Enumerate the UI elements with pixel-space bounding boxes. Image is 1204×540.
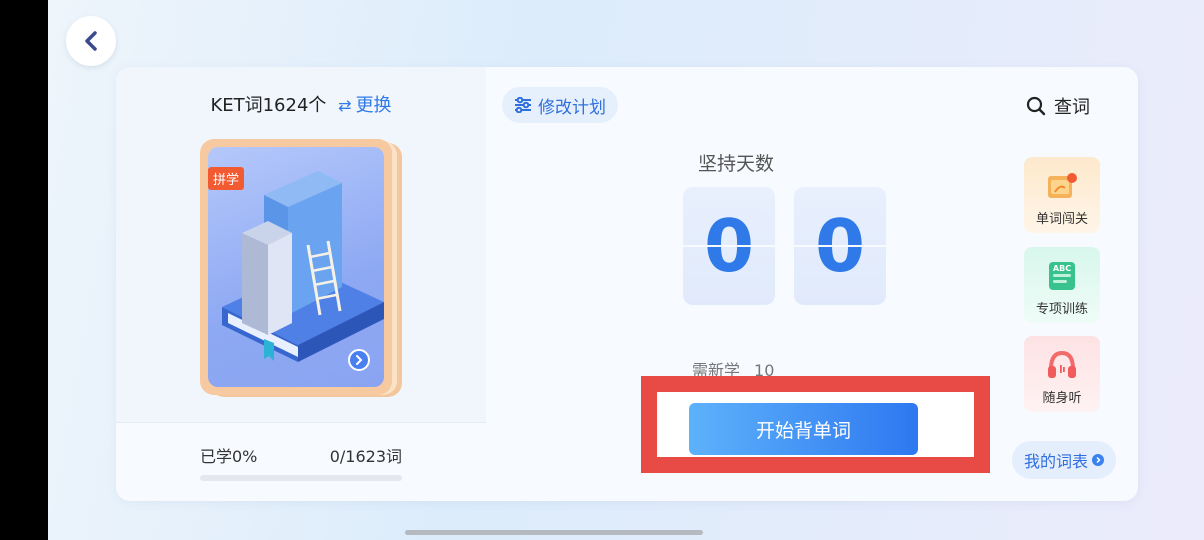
special-training-tile[interactable]: ABC 专项训练 xyxy=(1024,247,1100,323)
chevron-right-circle-icon xyxy=(1092,454,1105,466)
modify-plan-button[interactable]: 修改计划 xyxy=(502,87,618,123)
study-plan-card: KET词1624个 ⇄ 更换 拼学 已学0% 0/1623词 修改计划 坚持天数… xyxy=(116,67,1138,501)
book-cover[interactable]: 拼学 xyxy=(200,139,402,397)
svg-text:ABC: ABC xyxy=(1053,264,1071,273)
learned-percent: 已学0% xyxy=(200,447,258,466)
start-memorize-button[interactable]: 开始背单词 xyxy=(689,403,918,455)
my-wordlist-label: 我的词表 xyxy=(1024,452,1089,471)
book-title: KET词1624个 xyxy=(210,95,327,116)
modify-plan-label: 修改计划 xyxy=(538,97,606,118)
home-indicator[interactable] xyxy=(405,530,703,535)
map-flag-icon xyxy=(1044,170,1080,202)
book-panel: KET词1624个 ⇄ 更换 拼学 已学0% 0/1623词 xyxy=(116,67,486,501)
progress-area: 已学0% 0/1623词 xyxy=(116,422,486,501)
cover-illustration: 拼学 xyxy=(208,147,384,387)
word-challenge-tile[interactable]: 单词闯关 xyxy=(1024,157,1100,233)
pinxue-badge: 拼学 xyxy=(208,167,245,190)
back-button[interactable] xyxy=(66,16,116,66)
search-icon xyxy=(1026,96,1046,116)
chevron-left-icon xyxy=(85,31,97,51)
lookup-word-button[interactable]: 查词 xyxy=(1026,93,1090,119)
persist-days-digit: 0 xyxy=(683,187,775,305)
lookup-word-label: 查词 xyxy=(1054,97,1090,118)
listen-anywhere-label: 随身听 xyxy=(1042,391,1082,406)
word-challenge-label: 单词闯关 xyxy=(1035,212,1088,227)
sliders-icon xyxy=(515,97,531,113)
cover-next-icon[interactable] xyxy=(348,349,370,371)
progress-bar xyxy=(200,475,402,481)
abc-book-icon: ABC xyxy=(1044,260,1080,292)
change-book-link[interactable]: 更换 xyxy=(356,95,392,116)
swap-icon[interactable]: ⇄ xyxy=(338,96,351,115)
special-training-label: 专项训练 xyxy=(1035,302,1088,317)
listen-anywhere-tile[interactable]: 随身听 xyxy=(1024,336,1100,412)
tools-sidebar: 查词 单词闯关 ABC 专项训练 随身听 我的词表 xyxy=(982,67,1138,501)
app-screen: KET词1624个 ⇄ 更换 拼学 已学0% 0/1623词 修改计划 坚持天数… xyxy=(48,0,1204,540)
word-count: 0/1623词 xyxy=(329,447,402,466)
my-wordlist-button[interactable]: 我的词表 xyxy=(1012,441,1117,479)
persist-days-digit: 0 xyxy=(794,187,886,305)
persist-days-label: 坚持天数 xyxy=(697,153,774,175)
book-title-row: KET词1624个 ⇄ 更换 xyxy=(116,91,486,117)
headphones-icon xyxy=(1044,349,1080,381)
